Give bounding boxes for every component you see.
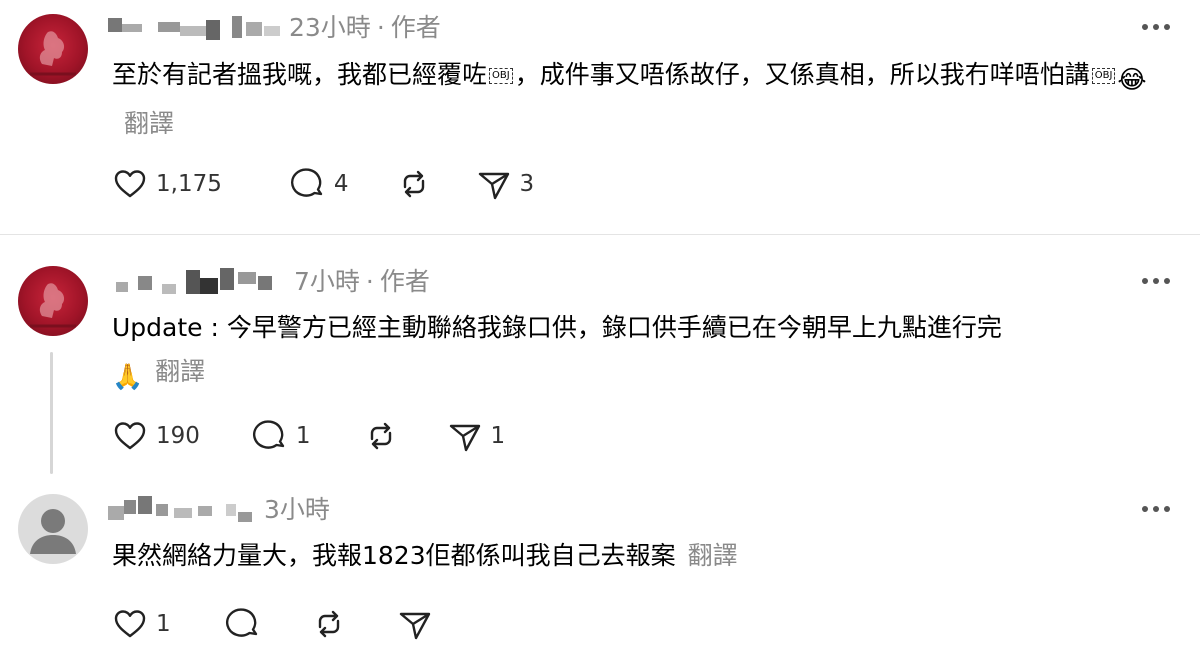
more-icon[interactable] [1142, 505, 1170, 513]
like-button[interactable]: 190 [110, 416, 200, 456]
comment-button[interactable] [223, 604, 263, 644]
share-icon [478, 172, 509, 200]
share-button[interactable]: 1 [445, 416, 506, 456]
share-button[interactable]: 3 [474, 164, 535, 204]
comment-count: 1 [295, 423, 311, 449]
translate-link[interactable]: 翻譯 [688, 541, 738, 570]
avatar[interactable] [18, 494, 88, 564]
avatar[interactable] [18, 14, 88, 84]
post-time[interactable]: 7小時 [294, 267, 360, 296]
post-text: Update : 今早警方已經主動聯絡我錄口供，錄口供手續已在今朝早上九點進行完… [112, 306, 1182, 399]
share-button[interactable] [395, 604, 435, 644]
divider [0, 234, 1200, 235]
comment-icon [252, 420, 285, 449]
translate-link[interactable]: 翻譯 [155, 357, 205, 386]
meta-separator: · [376, 13, 385, 42]
username-redacted[interactable] [108, 12, 283, 40]
comment-icon [290, 168, 323, 197]
like-count: 1,175 [156, 171, 222, 197]
post-text-part1: 果然網絡力量大，我報1823佢都係叫我自己去報案 [112, 541, 676, 570]
repost-button[interactable] [361, 416, 401, 456]
obj-placeholder-icon: OBJ [1091, 68, 1116, 84]
laughing-emoji-icon: 😂 [1117, 65, 1147, 94]
meta-separator: · [365, 267, 374, 296]
post-time[interactable]: 3小時 [264, 495, 330, 524]
translate-link[interactable]: 翻譯 [124, 109, 174, 138]
repost-button[interactable] [309, 604, 349, 644]
post-meta: 7小時 · 作者 [294, 262, 430, 298]
action-bar: 1 [110, 604, 435, 644]
post-text-part1: Update : 今早警方已經主動聯絡我錄口供，錄口供手續已在今朝早上九點進行完 [112, 313, 1002, 342]
like-count: 1 [156, 611, 171, 637]
like-button[interactable]: 1 [110, 604, 171, 644]
post-text: 果然網絡力量大，我報1823佢都係叫我自己去報案 翻譯 [112, 534, 1182, 578]
heart-icon [114, 170, 146, 198]
username-redacted[interactable] [108, 266, 288, 294]
comment-button[interactable]: 1 [250, 416, 311, 456]
repost-icon [370, 422, 391, 450]
author-badge: 作者 [379, 267, 430, 296]
repost-icon [403, 170, 424, 198]
like-button[interactable]: 1,175 [110, 164, 222, 204]
post-meta: 23小時 · 作者 [289, 8, 441, 44]
comment-button[interactable]: 4 [288, 164, 349, 204]
more-icon[interactable] [1142, 23, 1170, 31]
more-icon[interactable] [1142, 277, 1170, 285]
action-bar: 1,175 4 3 [110, 164, 534, 204]
username-redacted[interactable] [108, 494, 254, 522]
post-text-part2: ，成件事又唔係故仔，又係真相，所以我冇咩唔怕講 [514, 60, 1090, 89]
author-badge: 作者 [390, 13, 441, 42]
share-icon [449, 424, 480, 452]
post-header: 7小時 · 作者 [108, 262, 430, 298]
avatar[interactable] [18, 266, 88, 336]
share-count: 3 [519, 171, 535, 197]
post-time[interactable]: 23小時 [289, 13, 371, 42]
share-count: 1 [490, 423, 506, 449]
comment-icon [225, 608, 257, 637]
heart-icon [114, 422, 146, 450]
post-meta: 3小時 [264, 490, 330, 526]
post-header: 23小時 · 作者 [108, 8, 441, 44]
post-text: 至於有記者搵我嘅，我都已經覆咗 OBJ ，成件事又唔係故仔，又係真相，所以我冇咩唔怕… [112, 53, 1182, 146]
share-icon [399, 612, 430, 640]
thread-line [50, 352, 53, 474]
repost-icon [318, 610, 339, 638]
post-text-part1: 至於有記者搵我嘅，我都已經覆咗 [112, 60, 488, 89]
like-count: 190 [156, 423, 200, 449]
post-header: 3小時 [108, 490, 330, 526]
action-bar: 190 1 1 [110, 416, 505, 456]
heart-icon [114, 610, 146, 638]
obj-placeholder-icon: OBJ [489, 68, 513, 84]
repost-button[interactable] [394, 164, 434, 204]
comment-count: 4 [333, 171, 349, 197]
praying-hands-emoji-icon: 🙏 [112, 362, 144, 391]
